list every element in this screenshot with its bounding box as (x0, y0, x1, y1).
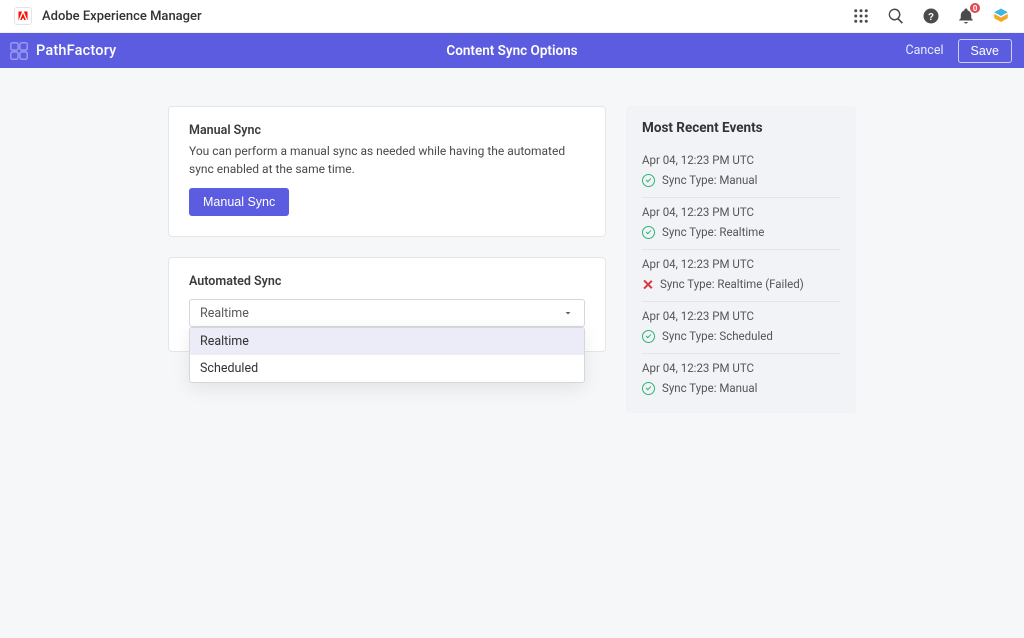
adobe-logo-icon (14, 7, 32, 25)
check-icon (642, 330, 655, 343)
sync-mode-select: Realtime Realtime Scheduled (189, 299, 585, 327)
left-column: Manual Sync You can perform a manual syn… (168, 106, 606, 638)
event-label: Sync Type: Realtime (Failed) (660, 277, 804, 291)
help-icon[interactable]: ? (922, 7, 940, 25)
event-item: Apr 04, 12:23 PM UTC Sync Type: Manual (642, 354, 840, 405)
event-label: Sync Type: Realtime (662, 225, 764, 239)
chevron-down-icon (562, 307, 574, 319)
bell-icon[interactable]: 0 (957, 7, 975, 25)
event-time: Apr 04, 12:23 PM UTC (642, 309, 840, 323)
event-time: Apr 04, 12:23 PM UTC (642, 257, 840, 271)
event-item: Apr 04, 12:23 PM UTC Sync Type: Schedule… (642, 302, 840, 354)
event-time: Apr 04, 12:23 PM UTC (642, 153, 840, 167)
error-icon (642, 279, 653, 290)
aem-top-bar: Adobe Experience Manager ? 0 (0, 0, 1024, 33)
event-label: Sync Type: Scheduled (662, 329, 773, 343)
search-icon[interactable] (887, 7, 905, 25)
sync-mode-option-scheduled[interactable]: Scheduled (190, 355, 584, 382)
check-icon (642, 226, 655, 239)
event-item: Apr 04, 12:23 PM UTC Sync Type: Realtime… (642, 250, 840, 302)
manual-sync-button[interactable]: Manual Sync (189, 188, 289, 216)
sync-mode-dropdown: Realtime Scheduled (189, 327, 585, 383)
event-item: Apr 04, 12:23 PM UTC Sync Type: Realtime (642, 198, 840, 250)
cancel-button[interactable]: Cancel (905, 43, 943, 58)
aem-tools: ? 0 (852, 7, 1010, 25)
notification-badge: 0 (970, 3, 980, 13)
manual-sync-description: You can perform a manual sync as needed … (189, 142, 585, 178)
sync-mode-value: Realtime (200, 306, 249, 321)
pf-actions: Cancel Save (905, 39, 1012, 63)
aem-title: Adobe Experience Manager (42, 9, 202, 24)
aem-brand: Adobe Experience Manager (14, 7, 202, 25)
event-time: Apr 04, 12:23 PM UTC (642, 361, 840, 375)
svg-text:?: ? (928, 12, 934, 23)
pathfactory-bar: PathFactory Content Sync Options Cancel … (0, 33, 1024, 68)
check-icon (642, 174, 655, 187)
page-title: Content Sync Options (446, 43, 577, 59)
event-time: Apr 04, 12:23 PM UTC (642, 205, 840, 219)
events-heading: Most Recent Events (642, 120, 840, 136)
automated-sync-heading: Automated Sync (189, 274, 585, 289)
event-label: Sync Type: Manual (662, 173, 757, 187)
content-area: Manual Sync You can perform a manual syn… (0, 68, 1024, 638)
pathfactory-brand: PathFactory (8, 40, 116, 62)
automated-sync-card: Automated Sync Realtime Realtime Schedul… (168, 257, 606, 352)
events-panel: Most Recent Events Apr 04, 12:23 PM UTC … (626, 106, 856, 413)
sync-mode-selectbox[interactable]: Realtime (189, 299, 585, 327)
manual-sync-card: Manual Sync You can perform a manual syn… (168, 106, 606, 237)
save-button[interactable]: Save (958, 39, 1013, 63)
pathfactory-brand-text: PathFactory (36, 42, 116, 59)
event-label: Sync Type: Manual (662, 381, 757, 395)
pathfactory-logo-icon (8, 40, 30, 62)
apps-icon[interactable] (852, 7, 870, 25)
check-icon (642, 382, 655, 395)
sync-mode-option-realtime[interactable]: Realtime (190, 328, 584, 355)
right-column: Most Recent Events Apr 04, 12:23 PM UTC … (626, 106, 856, 638)
manual-sync-heading: Manual Sync (189, 123, 585, 138)
avatar[interactable] (992, 7, 1010, 25)
event-item: Apr 04, 12:23 PM UTC Sync Type: Manual (642, 146, 840, 198)
